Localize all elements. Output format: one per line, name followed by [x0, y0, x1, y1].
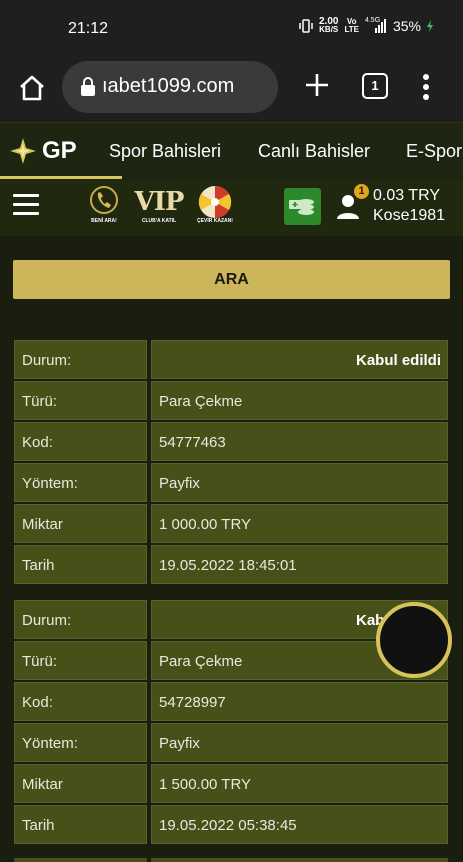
row-label: Türü: [14, 381, 147, 420]
status-time: 21:12 [68, 20, 109, 37]
row-label: Kod: [14, 422, 147, 461]
table-row: Tarih 19.05.2022 05:38:45 [14, 805, 448, 846]
live-chat-button[interactable] [376, 602, 452, 678]
user-icon[interactable] [336, 194, 360, 220]
notification-badge[interactable]: 1 [354, 184, 369, 199]
search-button[interactable]: ARA [13, 260, 450, 299]
nav-canli-bahisler[interactable]: Canlı Bahisler [258, 141, 370, 162]
row-value: 19.05.2022 18:45:01 [151, 545, 448, 584]
status-bar: 21:12 2.00 KB/S Vo LTE 4.5G 35% [0, 0, 463, 56]
site-logo[interactable]: GP [8, 135, 80, 167]
transaction-record-partial [14, 858, 448, 862]
hamburger-menu-button[interactable] [13, 194, 39, 216]
table-row: Kod: 54777463 [14, 422, 448, 463]
menu-icon-bar [13, 203, 39, 206]
menu-icon-bar [13, 212, 39, 215]
phone-icon [90, 186, 118, 214]
row-value: 54777463 [151, 422, 448, 461]
row-label: Yöntem: [14, 463, 147, 502]
row-label: Durum: [14, 340, 147, 379]
vip-logo: VIP [134, 187, 185, 217]
net-speed: 2.00 KB/S [318, 16, 339, 34]
overflow-menu-button[interactable] [418, 70, 434, 104]
row-value: Payfix [151, 723, 448, 762]
promo-call-me[interactable]: BENİ ARA! [84, 184, 124, 224]
tab-switcher-button[interactable]: 1 [362, 73, 388, 99]
table-row: Türü: Para Çekme [14, 381, 448, 422]
status-value: Kabul edildi [151, 340, 448, 379]
row-value: 54728997 [151, 682, 448, 721]
browser-toolbar: ıabet1099.com 1 [0, 56, 463, 122]
row-value-partial [151, 858, 448, 862]
row-value: 1 000.00 TRY [151, 504, 448, 543]
table-row: Kod: 54728997 [14, 682, 448, 723]
volte-icon: Vo LTE [344, 17, 359, 34]
table-row: Yöntem: Payfix [14, 463, 448, 504]
signal-icon: 4.5G [365, 17, 387, 33]
row-label-partial [14, 858, 147, 862]
promo-spin-win[interactable]: ÇEVİR KAZAN! [190, 184, 240, 224]
row-value: 19.05.2022 05:38:45 [151, 805, 448, 844]
star-logo-icon [10, 138, 36, 164]
table-row: Miktar 1 500.00 TRY [14, 764, 448, 805]
row-value: Payfix [151, 463, 448, 502]
row-label: Türü: [14, 641, 147, 680]
row-value: 1 500.00 TRY [151, 764, 448, 803]
new-tab-button[interactable] [300, 68, 334, 102]
vibrate-icon [299, 19, 313, 33]
wheel-icon [198, 185, 232, 219]
table-row: Tarih 19.05.2022 18:45:01 [14, 545, 448, 586]
home-button[interactable] [14, 70, 50, 106]
table-row: Yöntem: Payfix [14, 723, 448, 764]
row-label: Kod: [14, 682, 147, 721]
battery-level: 35% [392, 18, 421, 34]
account-balance: 0.03 TRY [373, 187, 441, 204]
status-icons: 2.00 KB/S Vo LTE 4.5G 35% [299, 16, 433, 34]
row-value: Para Çekme [151, 381, 448, 420]
charging-icon [427, 20, 433, 32]
row-label: Miktar [14, 504, 147, 543]
nav-e-spor[interactable]: E-Spor [406, 141, 462, 162]
logo-active-underline [0, 176, 122, 179]
home-icon [20, 75, 44, 101]
row-label: Miktar [14, 764, 147, 803]
row-label: Tarih [14, 545, 147, 584]
table-row: Miktar 1 000.00 TRY [14, 504, 448, 545]
account-header: BENİ ARA! VIP CLUB'A KATIL ÇEVİR KAZAN! … [0, 180, 463, 236]
row-label: Durum: [14, 600, 147, 639]
table-row: Durum: Kabul edildi [14, 340, 448, 381]
lock-icon [81, 77, 95, 96]
address-bar[interactable]: ıabet1099.com [62, 61, 278, 113]
transaction-history: ARA Durum: Kabul edildi Türü: Para Çekme… [0, 236, 463, 862]
nav-spor-bahisleri[interactable]: Spor Bahisleri [109, 141, 221, 162]
site-nav: GP Spor Bahisleri Canlı Bahisler E-Spor [0, 122, 463, 180]
plus-icon [306, 74, 328, 96]
url-text: ıabet1099.com [102, 75, 235, 97]
row-label: Yöntem: [14, 723, 147, 762]
promo-vip-club[interactable]: VIP CLUB'A KATIL [130, 184, 188, 224]
logo-text: GP [42, 137, 77, 164]
deposit-button[interactable] [284, 188, 321, 225]
account-username[interactable]: Kose1981 [373, 207, 445, 225]
more-vert-icon [423, 74, 429, 100]
row-label: Tarih [14, 805, 147, 844]
transaction-record: Durum: Kabul edildi Türü: Para Çekme Kod… [14, 340, 448, 586]
money-icon [289, 199, 314, 215]
menu-icon-bar [13, 194, 39, 197]
